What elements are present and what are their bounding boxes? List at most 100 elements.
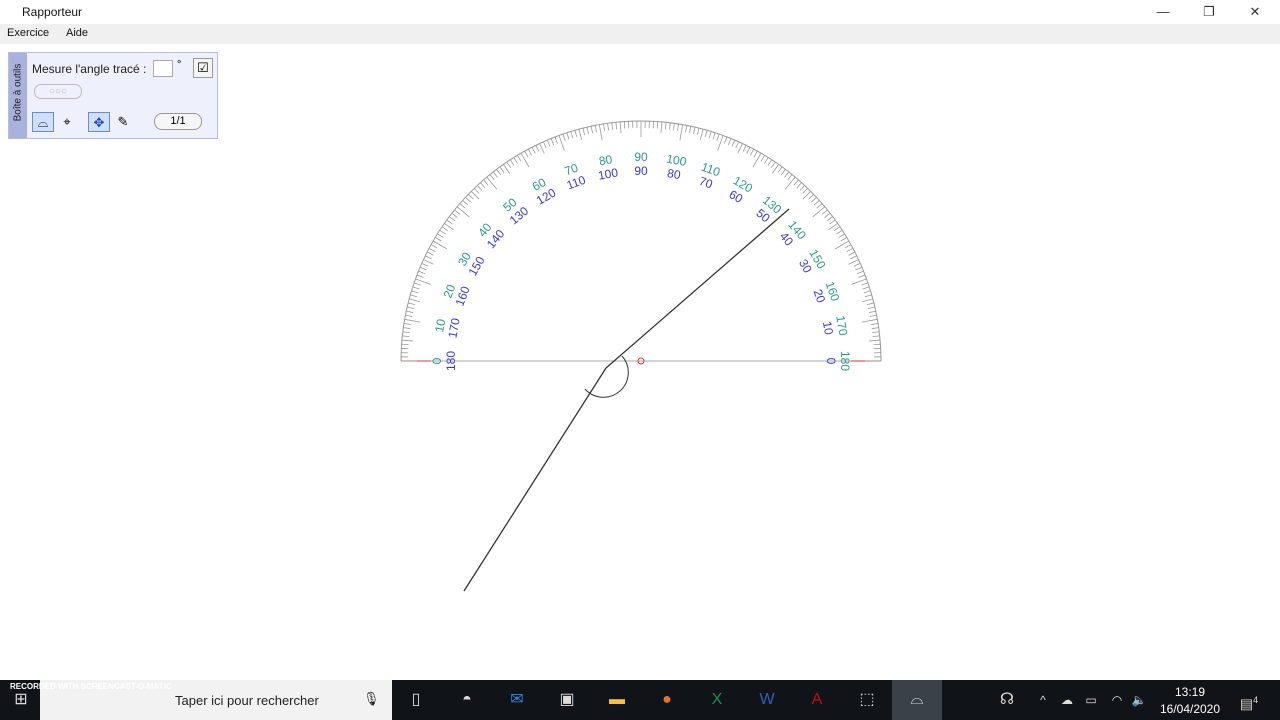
tick-mark <box>574 130 578 138</box>
outer-label: 0 <box>430 357 444 364</box>
people-icon[interactable]: ☊ <box>994 688 1020 712</box>
restore-button[interactable]: ❐ <box>1186 0 1232 24</box>
tick-mark <box>411 290 419 294</box>
tick-mark <box>712 132 716 140</box>
tick-mark <box>531 146 536 154</box>
tick-mark <box>838 233 845 238</box>
tick-mark <box>861 282 869 286</box>
tick-mark <box>428 247 436 252</box>
tick-mark <box>679 124 684 141</box>
checkbox-icon: ☑ <box>197 60 209 75</box>
volume-icon[interactable]: 🔈 <box>1126 688 1152 712</box>
tick-mark <box>780 169 786 176</box>
inner-label: 20 <box>811 287 829 305</box>
tick-mark <box>527 148 532 156</box>
close-button[interactable]: ✕ <box>1232 0 1278 24</box>
tick-mark <box>735 141 739 149</box>
tick-mark <box>439 229 446 235</box>
protractor-app-icon[interactable]: ⌓ <box>892 680 942 720</box>
tick-mark <box>846 247 854 252</box>
page-indicator: 1/1 <box>154 113 202 130</box>
tick-mark <box>520 152 530 168</box>
acrobat-icon[interactable]: A <box>804 688 830 712</box>
menu-exercice[interactable]: Exercice <box>7 27 49 39</box>
outer-label: 170 <box>833 315 850 337</box>
tick-mark <box>699 129 704 140</box>
tick-mark <box>611 122 614 130</box>
tick-mark <box>506 161 512 169</box>
tick-mark <box>539 143 545 154</box>
show-hidden-icon[interactable]: ^ <box>1030 688 1056 712</box>
new-protractor-button[interactable]: ⌓ <box>32 112 54 132</box>
drawing-canvas[interactable]: 0 180101702016030150401405013060120701108… <box>0 44 1280 680</box>
tick-mark <box>793 179 799 186</box>
tick-mark <box>554 136 558 144</box>
microphone-icon[interactable]: 🎙 <box>363 691 380 707</box>
tick-mark <box>513 157 518 164</box>
tick-mark <box>465 197 471 203</box>
minimize-button[interactable]: — <box>1140 0 1186 24</box>
tick-mark <box>546 139 551 147</box>
tick-mark <box>446 219 453 225</box>
toolbox-toggle[interactable]: Boîte à outils <box>9 53 27 138</box>
tick-mark <box>499 166 505 173</box>
tick-mark <box>869 314 877 317</box>
search-placeholder: Taper ici pour rechercher <box>175 693 319 708</box>
pencil-button[interactable]: ✎ <box>112 112 134 132</box>
clock[interactable]: 13:19 16/04/2020 <box>1150 684 1230 718</box>
menu-aide[interactable]: Aide <box>66 27 88 39</box>
tick-mark <box>421 263 429 267</box>
tick-mark <box>406 310 414 313</box>
tick-mark <box>468 193 474 200</box>
folder-icon[interactable]: ▬ <box>604 688 630 712</box>
word-icon[interactable]: W <box>754 688 780 712</box>
tick-mark <box>816 203 823 209</box>
tick-mark <box>834 240 850 250</box>
snipping-icon[interactable]: ⬚ <box>854 688 880 712</box>
battery-icon[interactable]: ▭ <box>1078 688 1104 712</box>
mail-icon[interactable]: ✉ <box>504 688 530 712</box>
tick-mark <box>524 150 529 158</box>
notifications-icon[interactable]: ▤4 <box>1236 688 1262 712</box>
tick-mark <box>872 335 880 338</box>
tick-mark <box>828 223 838 230</box>
tick-mark <box>811 197 817 203</box>
angle-ray-2 <box>463 367 607 592</box>
angle-input[interactable] <box>153 60 173 77</box>
pencil-icon: ✎ <box>117 114 129 129</box>
tick-mark <box>685 125 688 133</box>
firefox-icon[interactable]: ● <box>654 688 680 712</box>
tick-mark <box>405 314 413 317</box>
tick-mark <box>615 122 618 130</box>
inner-label: 80 <box>666 166 682 182</box>
tick-mark <box>821 209 828 215</box>
angle-prompt: Mesure l'angle tracé : <box>32 62 147 76</box>
tick-mark <box>456 206 470 218</box>
tick-mark <box>441 226 449 232</box>
tick-mark <box>449 216 456 222</box>
tick-mark <box>486 176 498 190</box>
taskbar: ⊞ Taper ici pour rechercher 🎙 ▯ ◓ ✉ ▣ ▬ ●… <box>0 680 1280 720</box>
validate-button[interactable]: ☑ <box>193 58 213 78</box>
tick-mark <box>764 157 769 164</box>
tick-mark <box>462 200 469 206</box>
app-icon[interactable]: ◓ <box>454 688 480 712</box>
store-icon[interactable]: ▣ <box>554 688 580 712</box>
target-button[interactable]: ⌖ <box>56 112 78 132</box>
tick-mark <box>808 193 814 200</box>
inner-label: 70 <box>697 174 715 192</box>
task-view-icon[interactable]: ▯ <box>403 688 429 712</box>
protractor-add-icon: ⌓ <box>37 115 49 130</box>
tick-mark <box>403 327 411 329</box>
menu-bar: Exercice Aide <box>0 24 1280 44</box>
start-icon[interactable]: ⊞ <box>8 688 34 712</box>
tick-mark <box>867 306 875 309</box>
excel-icon[interactable]: X <box>704 688 730 712</box>
tick-mark <box>543 141 547 149</box>
tick-mark <box>415 278 431 285</box>
inner-label: 10 <box>820 320 836 336</box>
tick-mark <box>480 182 486 189</box>
onedrive-icon[interactable]: ☁ <box>1054 688 1080 712</box>
move-button[interactable]: ✥ <box>88 112 110 132</box>
tick-mark <box>496 169 502 176</box>
